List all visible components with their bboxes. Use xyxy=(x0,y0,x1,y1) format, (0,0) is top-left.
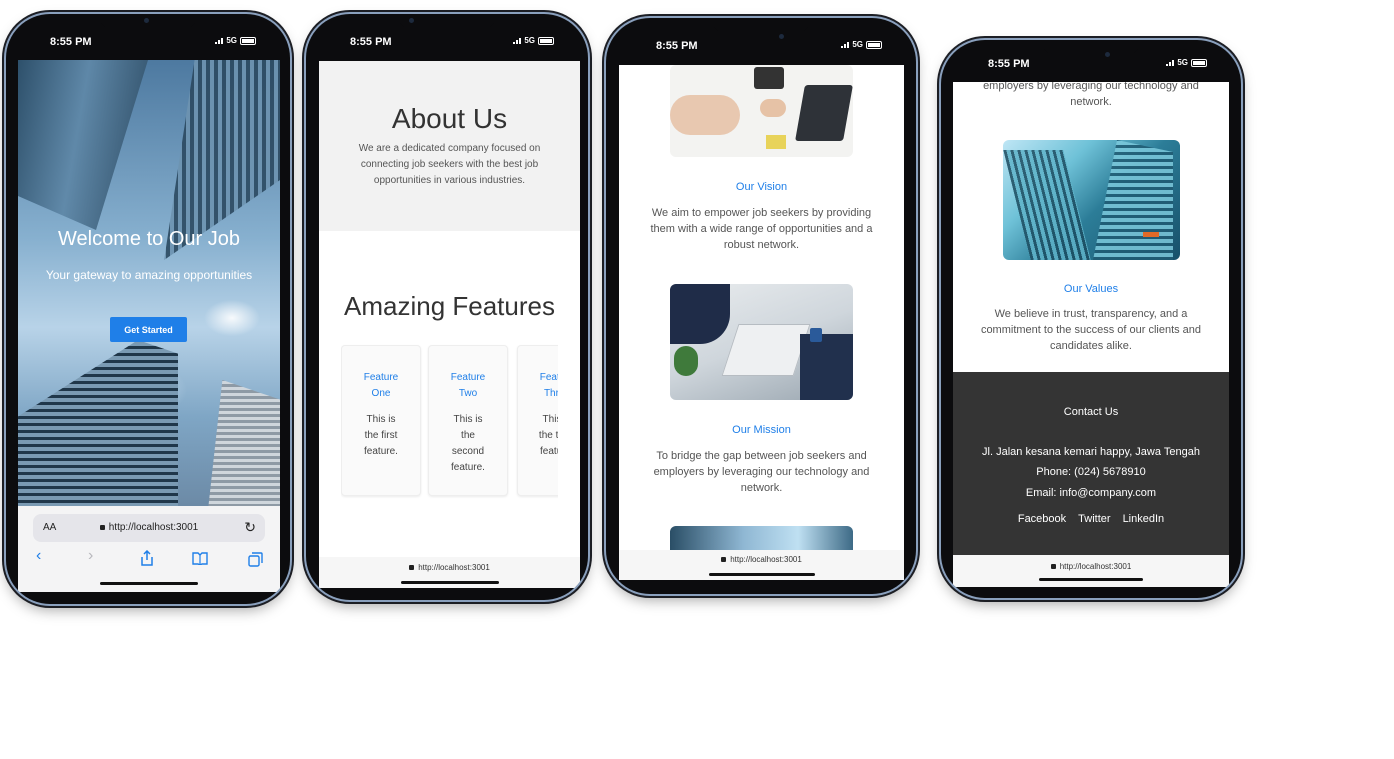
home-indicator xyxy=(1039,578,1143,581)
feature-title: Feature Two xyxy=(450,372,486,399)
url-bar[interactable]: http://localhost:3001 xyxy=(953,555,1229,587)
battery-icon xyxy=(538,36,554,45)
contact-title: Contact Us xyxy=(1063,406,1119,418)
status-bar: 8:55 PM 5G xyxy=(606,18,916,62)
tabs-icon[interactable] xyxy=(248,552,263,572)
mission-text-tail: employers by leveraging our technology a… xyxy=(983,82,1199,108)
mission-text: To bridge the gap between job seekers an… xyxy=(653,450,870,494)
home-indicator xyxy=(401,581,499,584)
forward-icon[interactable]: › xyxy=(88,547,93,565)
values-image xyxy=(1003,140,1180,260)
network-label: 5G xyxy=(524,36,535,45)
building-image-bottom-left xyxy=(18,340,178,506)
phone-frame-1: 8:55 PM 5G Welcome to Our Job Your gatew… xyxy=(6,14,290,604)
feature-desc: This is the first feature. xyxy=(364,414,398,457)
status-bar: 8:55 PM 5G xyxy=(6,14,290,58)
signal-icon xyxy=(1166,59,1175,66)
screen-4: employers by leveraging our technology a… xyxy=(953,82,1229,587)
vision-title: Our Vision xyxy=(735,181,788,193)
url-text: http://localhost:3001 xyxy=(1059,562,1132,571)
battery-icon xyxy=(866,40,882,49)
share-icon[interactable] xyxy=(140,549,154,571)
feature-card: Feature Three This is the third feature. xyxy=(517,345,558,496)
lock-icon xyxy=(99,525,105,530)
signal-icon xyxy=(513,37,522,44)
url-text: http://localhost:3001 xyxy=(730,555,802,564)
phone-frame-4: 8:55 PM 5G employers by leveraging our t… xyxy=(941,40,1241,598)
values-text: We believe in trust, transparency, and a… xyxy=(980,308,1202,352)
address-url: http://localhost:3001 xyxy=(108,522,199,533)
status-time: 8:55 PM xyxy=(50,36,92,48)
status-bar: 8:55 PM 5G xyxy=(941,40,1241,84)
social-links: Facebook Twitter LinkedIn xyxy=(953,513,1229,525)
feature-card: Feature One This is the first feature. xyxy=(341,345,421,496)
contact-email: Email: info@company.com xyxy=(1025,487,1157,499)
status-time: 8:55 PM xyxy=(656,40,698,52)
safari-toolbar: AA http://localhost:3001 ↻ ‹ › xyxy=(18,506,280,592)
status-time: 8:55 PM xyxy=(988,58,1030,70)
twitter-link[interactable]: Twitter xyxy=(1078,513,1110,525)
contact-phone: Phone: (024) 5678910 xyxy=(1036,466,1146,478)
hero-section: Welcome to Our Job Your gateway to amazi… xyxy=(18,60,280,506)
footer-section: Contact Us Jl. Jalan kesana kemari happy… xyxy=(953,372,1229,555)
vision-image xyxy=(670,65,853,157)
bookmarks-icon[interactable] xyxy=(192,552,208,570)
feature-title: Feature Three xyxy=(539,372,558,399)
vision-text: We aim to empower job seekers by providi… xyxy=(650,207,873,251)
home-indicator xyxy=(100,582,198,585)
phone-frame-3: 8:55 PM 5G Our Vision We aim to empower … xyxy=(606,18,916,594)
values-title: Our Values xyxy=(1063,283,1119,295)
network-label: 5G xyxy=(852,40,863,49)
back-icon[interactable]: ‹ xyxy=(36,547,41,565)
building-image-top-left xyxy=(18,60,148,230)
hero-title: Welcome to Our Job xyxy=(58,228,240,250)
home-indicator xyxy=(709,573,815,576)
screen-1: Welcome to Our Job Your gateway to amazi… xyxy=(18,60,280,592)
signal-icon xyxy=(841,41,850,48)
feature-desc: This is the second feature. xyxy=(451,414,485,473)
phone-frame-2: 8:55 PM 5G About Us We are a dedicated c… xyxy=(306,14,588,600)
hero-subtitle: Your gateway to amazing opportunities xyxy=(45,268,253,282)
address-bar[interactable]: AA http://localhost:3001 ↻ xyxy=(33,514,265,542)
feature-title: Feature One xyxy=(363,372,399,399)
signal-icon xyxy=(215,37,224,44)
reload-icon[interactable]: ↻ xyxy=(244,519,256,536)
building-image-bottom-right xyxy=(208,380,280,506)
battery-icon xyxy=(1191,58,1207,67)
mission-image xyxy=(670,284,853,400)
network-label: 5G xyxy=(226,36,237,45)
feature-card: Feature Two This is the second feature. xyxy=(428,345,508,496)
lock-icon xyxy=(1050,564,1056,569)
url-text: http://localhost:3001 xyxy=(418,563,490,572)
get-started-button[interactable]: Get Started xyxy=(110,317,187,342)
features-carousel[interactable]: Feature One This is the first feature. F… xyxy=(341,61,558,581)
screen-2: About Us We are a dedicated company focu… xyxy=(319,61,580,588)
status-bar: 8:55 PM 5G xyxy=(306,14,588,58)
contact-address: Jl. Jalan kesana kemari happy, Jawa Teng… xyxy=(982,446,1200,458)
status-time: 8:55 PM xyxy=(350,36,392,48)
lock-icon xyxy=(721,557,727,562)
feature-desc: This is the third feature. xyxy=(538,414,558,457)
screen-3: Our Vision We aim to empower job seekers… xyxy=(619,65,904,580)
network-label: 5G xyxy=(1177,58,1188,67)
linkedin-link[interactable]: LinkedIn xyxy=(1123,513,1165,525)
lock-icon xyxy=(409,565,415,570)
mission-title: Our Mission xyxy=(732,424,791,436)
facebook-link[interactable]: Facebook xyxy=(1018,513,1066,525)
battery-icon xyxy=(240,36,256,45)
